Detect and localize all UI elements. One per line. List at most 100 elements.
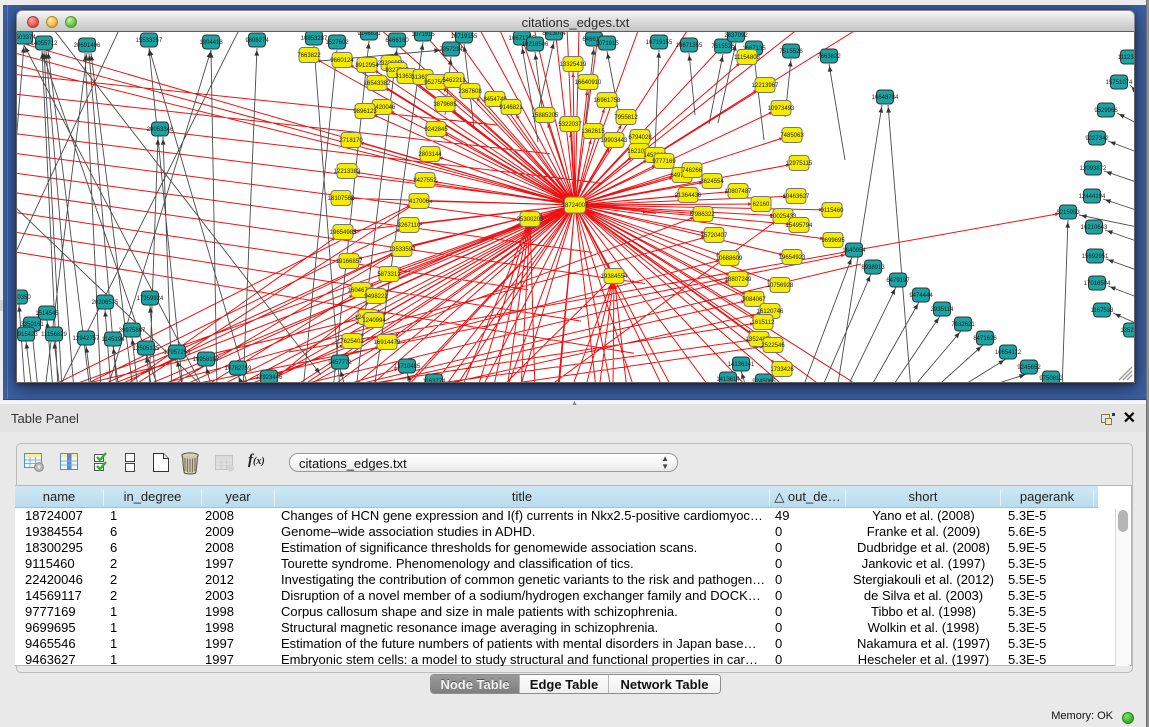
svg-text:417006: 417006 — [409, 199, 430, 205]
svg-text:19384554: 19384554 — [601, 274, 628, 280]
svg-text:8938913: 8938913 — [861, 265, 885, 271]
svg-text:7625402: 7625402 — [340, 339, 364, 345]
svg-text:10756928: 10756928 — [767, 283, 794, 289]
svg-text:17016504: 17016504 — [1084, 281, 1111, 287]
svg-text:9896123: 9896123 — [353, 109, 377, 115]
svg-text:9242845: 9242845 — [424, 127, 448, 133]
svg-text:18107562: 18107562 — [328, 196, 355, 202]
svg-text:18724007: 18724007 — [562, 203, 589, 209]
svg-text:18807249: 18807249 — [725, 277, 752, 283]
svg-text:8813074: 8813074 — [542, 32, 566, 37]
svg-text:10958107: 10958107 — [193, 357, 220, 363]
svg-text:7515526: 7515526 — [711, 44, 735, 50]
svg-text:13710485: 13710485 — [394, 364, 421, 370]
svg-text:10654112: 10654112 — [995, 350, 1022, 356]
svg-text:1527602: 1527602 — [325, 40, 349, 46]
svg-text:8471626: 8471626 — [973, 336, 997, 342]
svg-text:9245652: 9245652 — [1017, 365, 1041, 371]
svg-text:7663822: 7663822 — [297, 53, 321, 59]
svg-text:2522546: 2522546 — [761, 343, 785, 349]
svg-text:7986322: 7986322 — [691, 212, 715, 218]
svg-text:1640954: 1640954 — [842, 248, 866, 254]
svg-text:7485063: 7485063 — [780, 133, 804, 139]
svg-text:12975115: 12975115 — [786, 161, 813, 167]
svg-text:9115460: 9115460 — [821, 208, 845, 214]
svg-text:9245065: 9245065 — [752, 379, 776, 382]
svg-text:10973493: 10973493 — [768, 106, 795, 112]
svg-text:8215953: 8215953 — [1056, 210, 1080, 216]
svg-text:2718170: 2718170 — [339, 138, 363, 144]
svg-text:17359924: 17359924 — [137, 296, 164, 302]
svg-text:29053346: 29053346 — [147, 127, 174, 133]
svg-text:12213383: 12213383 — [334, 169, 361, 175]
svg-text:1362615: 1362615 — [581, 129, 605, 135]
svg-text:8912954: 8912954 — [355, 63, 379, 69]
svg-text:12444194: 12444194 — [1079, 194, 1106, 200]
svg-text:2367608: 2367608 — [458, 89, 482, 95]
svg-text:9750812: 9750812 — [1039, 376, 1063, 382]
svg-text:7955812: 7955812 — [614, 115, 638, 121]
svg-text:12505135: 12505135 — [133, 346, 160, 352]
svg-text:9146821: 9146821 — [357, 32, 381, 37]
svg-text:12213967: 12213967 — [752, 83, 779, 89]
svg-text:19654923: 19654923 — [779, 255, 806, 261]
svg-text:12923446: 12923446 — [256, 375, 283, 381]
svg-text:20206575: 20206575 — [92, 300, 119, 306]
svg-text:15720407: 15720407 — [701, 233, 728, 239]
svg-text:11154808: 11154808 — [734, 55, 760, 61]
svg-text:10719155: 10719155 — [451, 34, 478, 40]
svg-text:3915423: 3915423 — [17, 332, 38, 338]
svg-text:14055712: 14055712 — [31, 41, 58, 47]
svg-text:2803144: 2803144 — [418, 152, 442, 158]
svg-text:9474444: 9474444 — [909, 293, 933, 299]
svg-text:9146821: 9146821 — [499, 105, 523, 111]
svg-text:16648784: 16648784 — [872, 95, 899, 101]
svg-text:7357234: 7357234 — [439, 47, 463, 53]
svg-text:8427552: 8427552 — [413, 178, 437, 184]
svg-text:1733426: 1733426 — [770, 367, 794, 373]
svg-text:2935114: 2935114 — [931, 307, 955, 313]
svg-text:16640910: 16640910 — [575, 80, 602, 86]
svg-text:3879685: 3879685 — [433, 102, 457, 108]
svg-text:1904418: 1904418 — [199, 40, 223, 46]
svg-text:9084067: 9084067 — [742, 297, 766, 303]
svg-text:6466160: 6466160 — [385, 38, 409, 44]
svg-text:7663822: 7663822 — [817, 54, 841, 60]
svg-text:19903443: 19903443 — [601, 138, 628, 144]
svg-text:1413614: 1413614 — [716, 377, 740, 382]
svg-text:5322037: 5322037 — [558, 122, 582, 128]
svg-text:15751074: 15751074 — [1106, 80, 1133, 86]
svg-text:10807487: 10807487 — [725, 189, 752, 195]
svg-text:10688609: 10688609 — [716, 256, 743, 262]
svg-text:10719155: 10719155 — [646, 40, 673, 46]
svg-text:19218506: 19218506 — [522, 42, 549, 48]
svg-text:21364436: 21364436 — [675, 193, 702, 199]
svg-text:1514545: 1514545 — [35, 311, 59, 317]
svg-text:2637092: 2637092 — [724, 33, 748, 39]
svg-text:16782759: 16782759 — [225, 366, 252, 372]
svg-text:1615112: 1615112 — [752, 320, 776, 326]
svg-text:9529966: 9529966 — [1094, 108, 1118, 114]
svg-text:6794028: 6794028 — [628, 135, 652, 141]
svg-text:9457771: 9457771 — [328, 360, 352, 366]
svg-text:1112345: 1112345 — [1118, 55, 1134, 61]
svg-text:1163774: 1163774 — [423, 379, 447, 382]
svg-text:1352784: 1352784 — [1120, 328, 1134, 334]
svg-text:16961758: 16961758 — [594, 98, 621, 104]
svg-text:7515526: 7515526 — [779, 49, 803, 55]
svg-text:13325419: 13325419 — [560, 62, 587, 68]
svg-text:9498222: 9498222 — [364, 294, 388, 300]
svg-text:20691406: 20691406 — [74, 43, 101, 49]
svg-text:9806274: 9806274 — [245, 38, 269, 44]
svg-text:3267110: 3267110 — [398, 223, 422, 229]
svg-text:1167533: 1167533 — [1091, 308, 1115, 314]
svg-text:12942757: 12942757 — [73, 336, 100, 342]
svg-text:14136141: 14136141 — [728, 362, 755, 368]
svg-text:15885205: 15885205 — [532, 113, 559, 119]
svg-text:7632621: 7632621 — [951, 322, 975, 328]
svg-text:13533594: 13533594 — [389, 247, 416, 253]
svg-text:11156829: 11156829 — [41, 332, 67, 338]
svg-text:746266: 746266 — [682, 168, 703, 174]
svg-text:16671355: 16671355 — [676, 43, 703, 49]
svg-text:1145194: 1145194 — [102, 337, 126, 343]
